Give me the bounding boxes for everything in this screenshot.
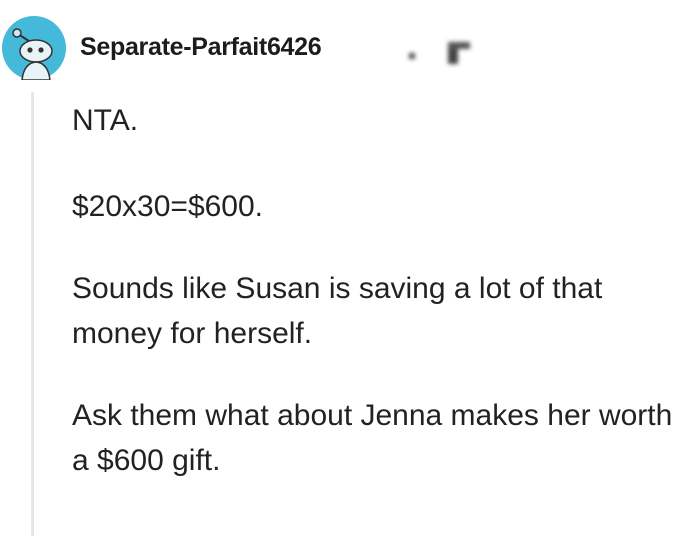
thread-line[interactable] [31, 92, 34, 536]
blurred-metadata [400, 34, 480, 74]
comment-paragraph: Ask them what about Jenna makes her wort… [72, 399, 673, 477]
comment-paragraph: $20x30=$600. [72, 190, 264, 223]
reddit-snoo-avatar-icon [2, 16, 66, 81]
comment-paragraph: Sounds like Susan is saving a lot of tha… [72, 272, 603, 350]
comment-paragraph: NTA. [72, 104, 139, 137]
comment-body: NTA. $20x30=$600. Sounds like Susan is s… [72, 98, 697, 520]
user-avatar[interactable] [2, 16, 66, 81]
comment-author[interactable]: Separate-Parfait6426 [80, 33, 322, 62]
comment: Separate-Parfait6426 NTA. $20x30=$600. S… [0, 0, 700, 536]
